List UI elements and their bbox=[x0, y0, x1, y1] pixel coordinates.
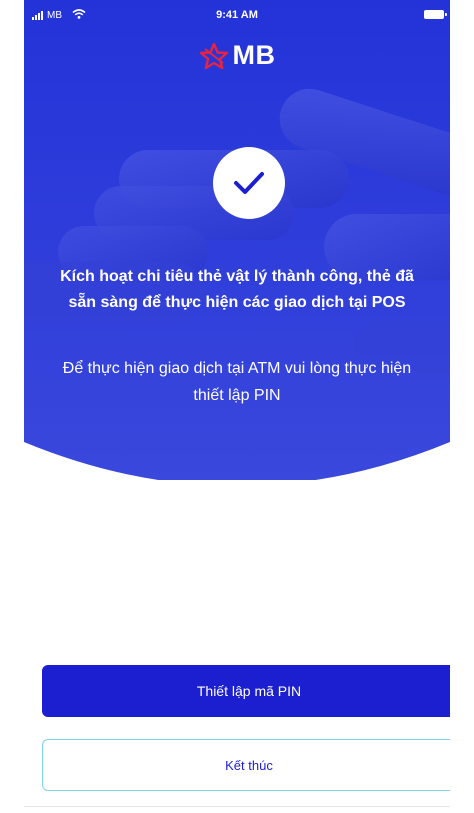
mb-star-icon bbox=[199, 42, 228, 69]
mb-logo: MB bbox=[24, 40, 450, 71]
hero-background: MB 9:41 AM MB Kích hoạt chi tiêu thẻ vật… bbox=[24, 0, 450, 480]
logo-text: MB bbox=[232, 40, 276, 70]
battery-icon bbox=[424, 10, 447, 19]
app-screen: MB 9:41 AM MB Kích hoạt chi tiêu thẻ vật… bbox=[24, 0, 450, 813]
success-title: Kích hoạt chi tiêu thẻ vật lý thành công… bbox=[60, 268, 414, 311]
status-bar: MB 9:41 AM bbox=[24, 6, 450, 26]
setup-pin-button[interactable]: Thiết lập mã PIN bbox=[42, 665, 450, 717]
success-badge bbox=[213, 147, 285, 219]
bottom-divider bbox=[24, 806, 450, 807]
finish-button[interactable]: Kết thúc bbox=[42, 739, 450, 791]
status-time: 9:41 AM bbox=[216, 9, 258, 21]
checkmark-icon bbox=[234, 172, 264, 194]
success-subtitle: Để thực hiện giao dịch tại ATM vui lòng … bbox=[62, 360, 412, 404]
